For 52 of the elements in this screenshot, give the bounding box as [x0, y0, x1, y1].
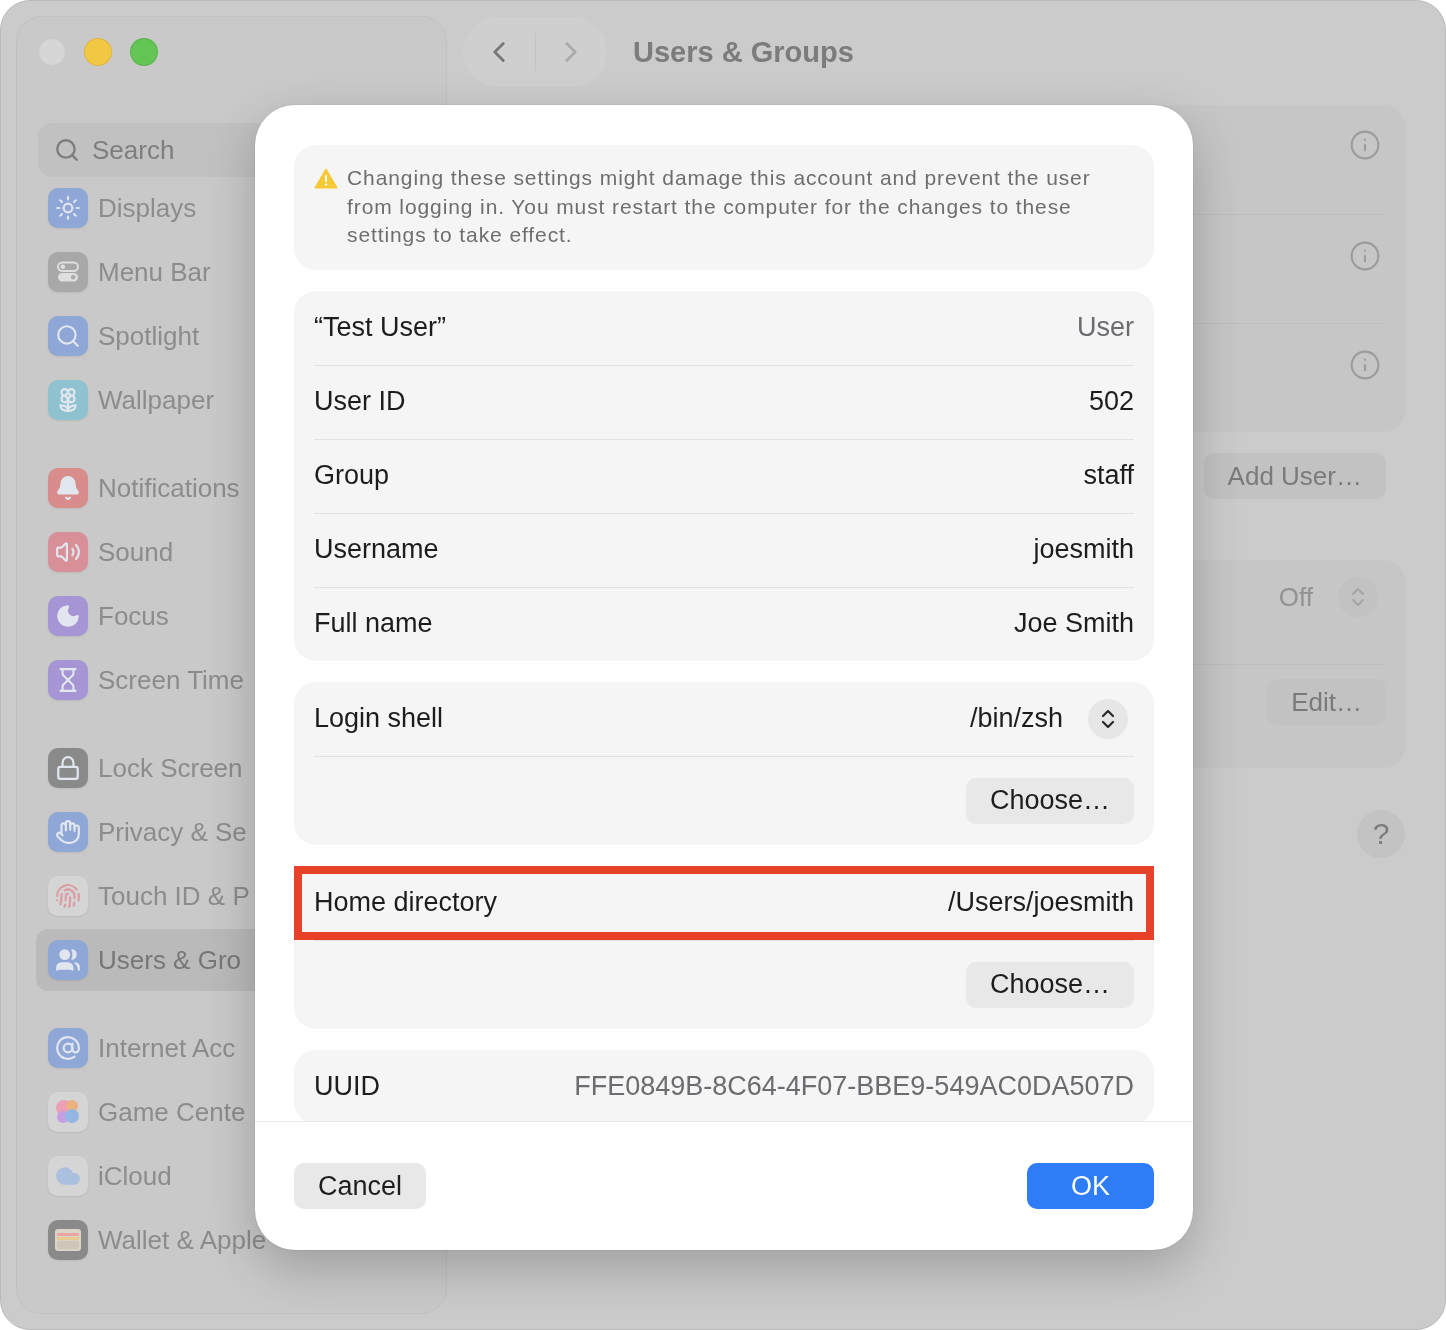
lock-icon — [48, 748, 88, 788]
field-value: joesmith — [1033, 534, 1134, 565]
cloud-icon — [48, 1156, 88, 1196]
info-icon[interactable] — [1349, 240, 1381, 272]
field-value: Joe Smith — [1013, 608, 1134, 639]
choose-button[interactable]: Choose… — [965, 961, 1134, 1008]
edit-button[interactable]: Edit… — [1267, 679, 1386, 725]
fingerprint-icon — [48, 876, 88, 916]
at-sign-icon — [48, 1028, 88, 1068]
field-value: FFE0849B-8C64-4F07-BBE9-549AC0DA507D — [574, 1071, 1134, 1102]
sidebar-item[interactable]: Lock Screen — [36, 737, 428, 799]
chevrons-icon — [1338, 577, 1378, 617]
field-value: staff — [1083, 460, 1134, 491]
warning-icon — [314, 168, 338, 189]
popup-button[interactable]: /bin/zsh — [969, 698, 1128, 739]
bell-icon — [48, 468, 88, 508]
field-label: UUID — [314, 1071, 380, 1102]
field-value: 502 — [1088, 386, 1134, 417]
flower-icon — [48, 380, 88, 420]
help-button[interactable]: ? — [1357, 810, 1405, 858]
zoom-icon[interactable] — [130, 38, 158, 66]
info-icon[interactable] — [1349, 129, 1381, 161]
moon-icon — [48, 596, 88, 636]
field-label: Home directory — [314, 887, 498, 918]
magnifier-icon — [48, 316, 88, 356]
window-title: Users & Groups — [633, 35, 854, 69]
hourglass-icon — [48, 660, 88, 700]
bubbles-icon — [48, 1092, 88, 1132]
field-label: User ID — [314, 386, 406, 417]
speaker-icon — [48, 532, 88, 572]
toggles-icon — [48, 252, 88, 292]
choose-button[interactable]: Choose… — [965, 777, 1134, 824]
sidebar-item[interactable]: Privacy & Se — [36, 801, 428, 863]
wallet-icon — [48, 1220, 88, 1260]
ok-button[interactable]: OK — [1027, 1163, 1154, 1209]
search-icon — [54, 137, 80, 163]
sidebar-item[interactable]: Wallet & Apple — [36, 1209, 428, 1271]
field-label: Login shell — [314, 703, 444, 734]
field-label: Username — [314, 534, 439, 565]
people-icon — [48, 940, 88, 980]
field-label: Full name — [314, 608, 433, 639]
info-icon[interactable] — [1349, 349, 1381, 381]
chevrons-icon — [1088, 698, 1128, 739]
cancel-button[interactable]: Cancel — [294, 1163, 427, 1209]
minimize-icon[interactable] — [84, 38, 112, 66]
field-label: Group — [314, 460, 390, 491]
hand-icon — [48, 812, 88, 852]
add-user-button[interactable]: Add User… — [1203, 453, 1386, 499]
field-value: /Users/joesmith — [947, 887, 1134, 918]
field-value: User — [1077, 312, 1134, 343]
sun-icon — [48, 188, 88, 228]
field-label: “Test User” — [314, 312, 446, 343]
